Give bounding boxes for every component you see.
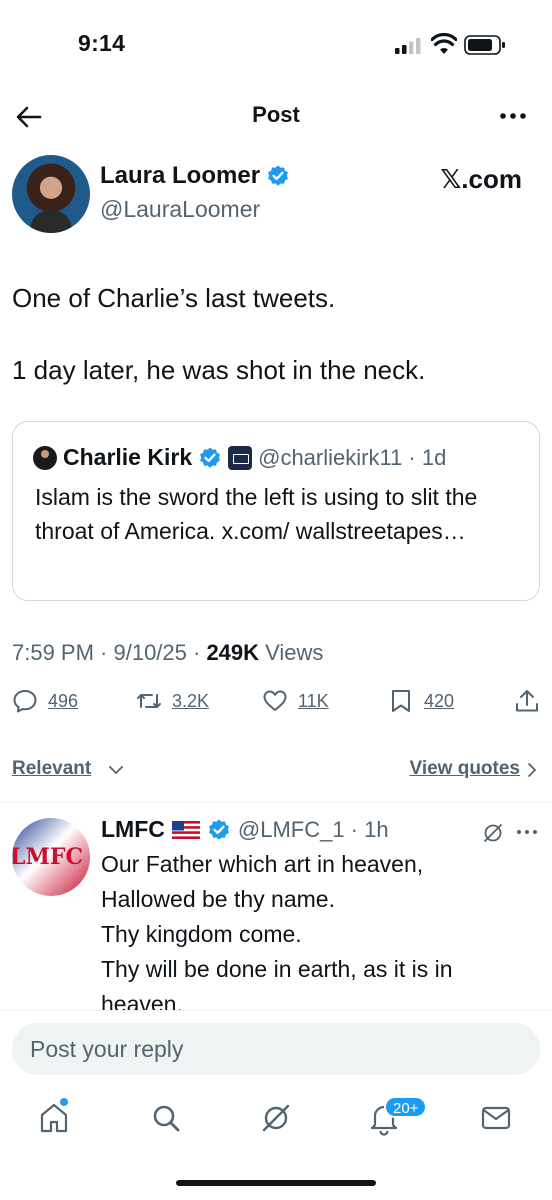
tab-grok[interactable] [258,1100,294,1136]
chevron-right-icon[interactable] [526,762,538,778]
bookmark-count: 420 [424,690,455,711]
reply-icon [13,690,37,713]
quoted-post-header: Charlie Kirk @charliekirk11 · 1d [33,444,446,471]
repost-button[interactable]: 3.2K [136,688,209,714]
bottom-tab-bar: 20+ [0,1090,552,1200]
sort-relevant-dropdown[interactable]: Relevant [12,758,91,780]
verified-badge-icon [268,165,288,186]
reply-text-line: Thy kingdom come. [101,921,302,947]
tab-messages[interactable] [478,1100,514,1136]
reply-composer-bar: Post your reply [0,1010,552,1090]
affiliation-badge-icon [228,445,253,470]
bookmark-button[interactable]: 420 [388,688,454,714]
quoted-author-name: Charlie Kirk [63,444,193,470]
status-bar: 9:14 [0,0,552,90]
reply-author-avatar[interactable]: LMFC [12,818,90,896]
quoted-post-text: Islam is the sword the left is using to … [35,484,478,544]
chevron-down-icon[interactable] [108,763,124,777]
quoted-author-avatar [33,445,57,470]
wifi-icon [431,33,457,54]
grok-icon [262,1104,290,1132]
home-indicator [176,1180,376,1186]
view-quotes-link[interactable]: View quotes [409,758,520,780]
author-name[interactable]: Laura Loomer [100,162,260,190]
post-timestamp: 7:59 PM · 9/10/25 · [12,640,207,665]
status-time: 9:14 [78,30,126,56]
tab-search[interactable] [148,1100,184,1136]
like-button[interactable]: 11K [262,688,329,714]
tweet-text: One of Charlie’s last tweets. 1 day late… [12,280,532,424]
post-meta: 7:59 PM · 9/10/25 · 249K Views [12,640,323,666]
heart-icon [263,690,287,711]
tweet-paragraph: 1 day later, he was shot in the neck. [12,355,426,385]
mail-icon [481,1106,511,1130]
us-flag-icon [171,820,200,839]
more-options-icon[interactable] [498,106,528,126]
divider [0,802,552,803]
reply-text: Our Father which art in heaven, Hallowed… [101,847,531,1012]
repost-icon [137,694,161,708]
share-button[interactable] [514,688,540,714]
home-unread-dot [60,1098,68,1106]
like-count: 11K [298,690,329,711]
home-icon [40,1103,68,1133]
reply-input-placeholder: Post your reply [30,1036,184,1062]
author-name-row[interactable]: Laura Loomer [100,162,290,190]
reply-text-line: Hallowed be thy name. [101,886,335,912]
grok-icon[interactable] [482,822,504,844]
views-label: Views [259,640,324,665]
share-icon [516,690,538,712]
reply-text-line: heaven. [101,991,183,1012]
top-navigation-bar: Post [0,90,552,144]
reply-text-line: Our Father which art in heaven, [101,851,424,877]
page-title: Post [252,102,300,127]
reply-author-name[interactable]: LMFC [101,816,165,843]
reply-count: 496 [48,690,79,711]
repost-count: 3.2K [172,690,210,711]
author-handle[interactable]: @LauraLoomer [100,196,260,223]
verified-badge-icon [208,819,229,840]
post-page: 9:14 Post Laura Loomer @LauraLoomer 𝕏.co… [0,0,552,1200]
source-label: 𝕏.com [440,164,522,194]
tab-home[interactable] [36,1100,72,1136]
battery-icon [464,35,505,55]
cellular-signal-icon [395,38,421,54]
reply-avatar-logo-text: LMFC [12,844,83,870]
quoted-post-card[interactable]: Charlie Kirk @charliekirk11 · 1d Islam i… [12,421,540,601]
tweet-paragraph: One of Charlie’s last tweets. [12,283,336,313]
more-options-icon[interactable] [516,826,538,838]
reply-button[interactable]: 496 [12,688,78,714]
author-avatar[interactable] [12,155,90,233]
reply-input[interactable]: Post your reply [12,1023,540,1075]
bookmark-icon [392,690,410,712]
views-count: 249K [206,640,260,665]
post-actions-bar: 496 3.2K 11K 420 [0,688,552,728]
notifications-badge: 20+ [384,1096,428,1118]
reply-header: LMFC @LMFC_1 · 1h [101,816,389,843]
reply-text-line: Thy will be done in earth, as it is in [101,956,453,982]
replies-sort-row: Relevant View quotes [12,758,540,784]
search-icon [153,1105,180,1132]
reply-author-handle-time[interactable]: @LMFC_1 · 1h [238,817,389,843]
quoted-author-handle-time: @charliekirk11 · 1d [258,444,447,470]
verified-badge-icon [200,447,221,468]
